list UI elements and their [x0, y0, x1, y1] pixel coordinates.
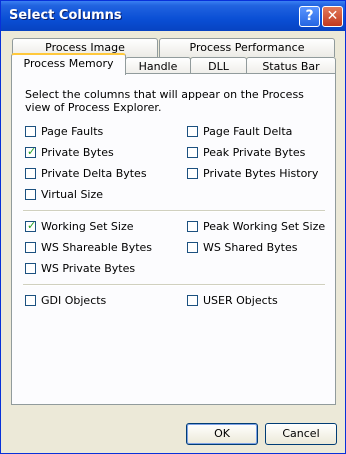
close-button[interactable]: ✕: [322, 6, 343, 27]
checkbox-box[interactable]: [187, 167, 198, 179]
checkbox-box[interactable]: ✓: [25, 144, 37, 158]
virtual-size-checkbox[interactable]: Virtual Size: [25, 187, 103, 201]
tab-panel: [11, 73, 336, 405]
cancel-button[interactable]: Cancel: [265, 423, 337, 445]
checkbox-box[interactable]: [25, 241, 36, 253]
peak-private-bytes-checkbox[interactable]: Peak Private Bytes: [187, 145, 305, 159]
page-fault-delta-checkbox[interactable]: Page Fault Delta: [187, 124, 292, 138]
private-bytes-checkbox[interactable]: ✓ Private Bytes: [25, 145, 114, 159]
checkmark-icon: ✓: [27, 218, 37, 232]
checkbox-box[interactable]: [25, 188, 36, 200]
checkbox-box[interactable]: [187, 125, 198, 137]
checkbox-box[interactable]: [187, 294, 198, 306]
private-delta-bytes-checkbox[interactable]: Private Delta Bytes: [25, 166, 147, 180]
user-objects-checkbox[interactable]: USER Objects: [187, 293, 278, 307]
peak-working-set-size-checkbox[interactable]: Peak Working Set Size: [187, 219, 325, 233]
group-divider: [23, 210, 325, 212]
gdi-objects-checkbox[interactable]: GDI Objects: [25, 293, 106, 307]
checkbox-box[interactable]: [187, 241, 198, 253]
checkbox-box[interactable]: [25, 294, 36, 306]
tab-process-performance[interactable]: Process Performance: [159, 38, 335, 57]
description-text: Select the columns that will appear on t…: [25, 88, 304, 114]
working-set-size-checkbox[interactable]: ✓ Working Set Size: [25, 219, 134, 233]
checkbox-box[interactable]: ✓: [25, 218, 37, 232]
ws-private-bytes-checkbox[interactable]: WS Private Bytes: [25, 261, 135, 275]
checkbox-box[interactable]: [25, 167, 36, 179]
window-title: Select Columns: [9, 8, 122, 23]
ws-shareable-bytes-checkbox[interactable]: WS Shareable Bytes: [25, 240, 152, 254]
private-bytes-history-checkbox[interactable]: Private Bytes History: [187, 166, 318, 180]
checkbox-box[interactable]: [187, 146, 198, 158]
checkbox-box[interactable]: [25, 125, 36, 137]
tab-process-memory[interactable]: Process Memory: [11, 53, 126, 75]
help-button[interactable]: ?: [299, 6, 320, 27]
checkbox-box[interactable]: [25, 262, 36, 274]
ok-button[interactable]: OK: [186, 423, 258, 445]
checkmark-icon: ✓: [27, 144, 37, 158]
group-divider: [23, 284, 325, 286]
select-columns-dialog: Select Columns ? ✕ Process Image Process…: [0, 0, 346, 454]
checkbox-box[interactable]: [187, 220, 198, 232]
title-bar[interactable]: Select Columns ? ✕: [1, 1, 345, 31]
ws-shared-bytes-checkbox[interactable]: WS Shared Bytes: [187, 240, 297, 254]
page-faults-checkbox[interactable]: Page Faults: [25, 124, 103, 138]
